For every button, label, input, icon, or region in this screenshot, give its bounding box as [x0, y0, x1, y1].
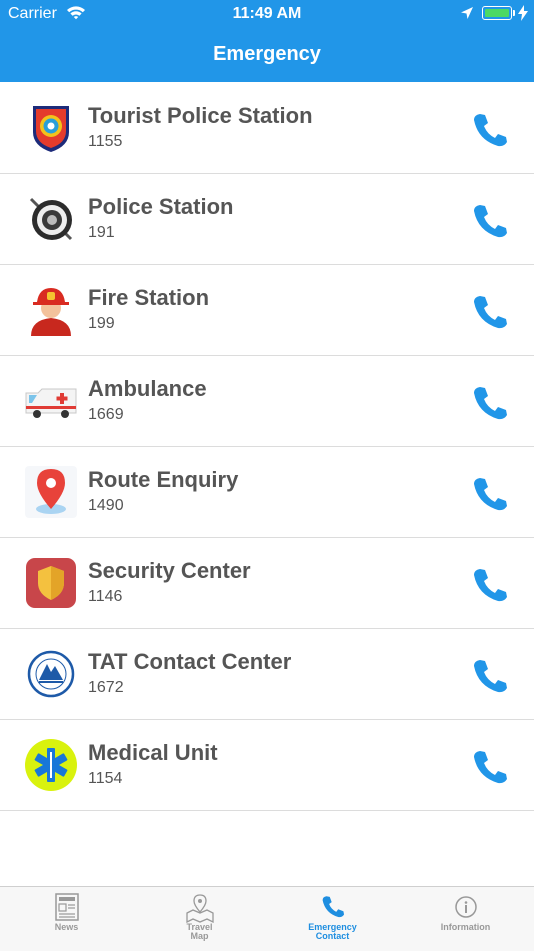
contact-row-security-center[interactable]: Security Center 1146	[0, 538, 534, 629]
contact-row-ambulance[interactable]: Ambulance 1669	[0, 356, 534, 447]
contact-name: Security Center	[88, 558, 251, 583]
phone-call-icon[interactable]	[470, 657, 510, 693]
contact-row-route-enquiry[interactable]: Route Enquiry 1490	[0, 447, 534, 538]
contact-name: Medical Unit	[88, 740, 218, 765]
info-icon	[454, 896, 477, 923]
phone-call-icon[interactable]	[470, 566, 510, 602]
contact-name: Police Station	[88, 194, 234, 219]
tab-label: Emergency Contact	[266, 923, 399, 941]
contact-name: Route Enquiry	[88, 467, 239, 492]
phone-call-icon[interactable]	[470, 111, 510, 147]
page-title: Emergency	[213, 43, 321, 65]
tab-travel-map[interactable]: Travel Map	[133, 887, 266, 951]
phone-call-icon[interactable]	[470, 475, 510, 511]
tab-label: Travel Map	[133, 923, 266, 941]
police-seal-icon	[25, 193, 77, 245]
contact-row-fire[interactable]: Fire Station 199	[0, 265, 534, 356]
tab-label: News	[54, 922, 79, 932]
status-bar: Carrier 11:49 AM	[0, 0, 534, 28]
location-arrow-icon	[460, 6, 474, 25]
contact-row-police[interactable]: Police Station 191	[0, 174, 534, 265]
contact-number: 1146	[88, 588, 123, 605]
phone-call-icon[interactable]	[470, 202, 510, 238]
contact-number: 191	[88, 224, 115, 241]
contact-number: 1490	[88, 497, 124, 514]
tab-label-line2: Contact	[315, 931, 350, 941]
phone-call-icon[interactable]	[470, 748, 510, 784]
contact-number: 1669	[88, 406, 124, 423]
phone-call-icon[interactable]	[470, 384, 510, 420]
contact-row-tat-contact[interactable]: TAT Contact Center 1672	[0, 629, 534, 720]
map-pin-icon	[25, 466, 77, 518]
contact-number: 1154	[88, 770, 123, 787]
contact-name: Fire Station	[88, 285, 210, 310]
tab-label-line2: Map	[190, 931, 209, 941]
tab-bar: News Travel Map Emergency Contact Inform…	[0, 886, 534, 951]
nav-header: Carrier 11:49 AM Emergency	[0, 0, 534, 82]
firefighter-icon	[25, 284, 77, 336]
tab-information[interactable]: Information	[399, 887, 532, 951]
phone-icon	[320, 893, 346, 924]
charging-bolt-icon	[518, 5, 528, 26]
contact-name: TAT Contact Center	[88, 649, 292, 674]
shield-icon	[25, 557, 77, 609]
battery-icon	[482, 6, 512, 20]
star-of-life-icon	[25, 739, 77, 791]
tourist-police-badge-icon	[25, 102, 77, 154]
contact-row-medical-unit[interactable]: Medical Unit 1154	[0, 720, 534, 811]
tab-emergency-contact[interactable]: Emergency Contact	[266, 887, 399, 951]
contact-number: 1155	[88, 133, 123, 150]
ambulance-icon	[25, 375, 77, 427]
contact-name: Ambulance	[88, 376, 207, 401]
tab-label: Information	[440, 922, 491, 932]
clock: 11:49 AM	[232, 5, 302, 22]
contact-number: 199	[88, 315, 115, 332]
tab-news[interactable]: News	[0, 887, 133, 951]
contact-row-tourist-police[interactable]: Tourist Police Station 1155	[0, 83, 534, 174]
battery-cap	[513, 10, 515, 16]
contact-name: Tourist Police Station	[88, 103, 313, 128]
phone-call-icon[interactable]	[470, 293, 510, 329]
emergency-contact-list: Tourist Police Station 1155 Police Stati…	[0, 83, 534, 811]
contact-number: 1672	[88, 679, 124, 696]
tat-logo-icon	[25, 648, 77, 700]
